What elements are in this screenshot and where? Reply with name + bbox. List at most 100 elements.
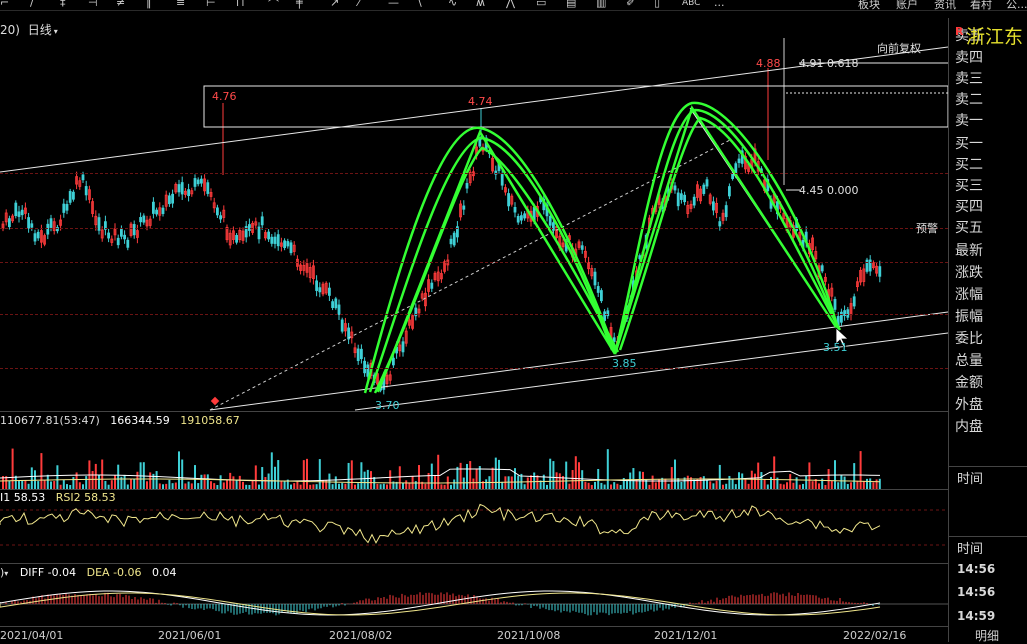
pattern-curve [613,108,840,355]
rsi1-value: I1 58.53 [0,491,46,504]
volume-bar [658,478,660,489]
volume-bar [229,472,232,489]
volume-bar [853,463,856,489]
candle-body [27,217,31,229]
dea-value: DEA -0.06 [86,566,142,579]
price-box [203,85,948,128]
volume-bar [709,481,712,489]
signal-diamond [210,396,220,406]
volume-ma1: 166344.59 [110,414,170,427]
candle-body [126,239,130,248]
candle-body [724,205,728,218]
buy-3-label: 买三 [955,178,983,194]
date-tick: 2021/10/08 [497,629,561,642]
volume-bar [872,482,875,489]
candle-body [180,182,184,195]
grid-line [0,228,948,229]
volume-bar [72,477,75,489]
volume-bar [94,463,97,489]
candle-body [49,218,53,228]
trade-time: 14:56 [957,562,996,576]
volume-bar [360,462,363,489]
volume-bar [763,479,766,489]
volume-bar [680,481,683,489]
amount-label: 金额 [955,375,983,391]
candle-body [235,235,239,243]
volume-bar [235,480,238,489]
volume-bar [827,469,830,489]
volume-bar [370,471,372,489]
candle-body [692,196,696,206]
volume-bar [773,456,776,489]
volume-bar [187,481,190,489]
candle-body [465,183,469,189]
volume-bar [514,468,516,489]
candle-body [718,221,722,227]
volume-bar [786,482,788,489]
volume-bar [552,461,555,489]
volume-bar [549,458,552,489]
candle-body [548,216,552,226]
latest-label: 最新 [955,243,983,259]
volume-bar [757,462,760,489]
candle-body [596,286,600,293]
price-label-low: 3.51 [823,341,848,354]
warning-label[interactable]: 预警 [916,220,938,236]
change-pct-label: 涨幅 [955,287,983,303]
volume-bar [40,453,43,489]
candle-body [206,182,210,194]
candle-body [673,185,677,191]
volume-bar [328,473,331,489]
price-label-high: 4.88 [756,57,781,70]
candle-body [161,207,165,214]
menu-item-4[interactable]: 公... [1006,0,1027,10]
volume-bar [101,459,104,489]
candle-body [737,158,741,163]
volume-bar [526,477,529,489]
volume-bar [123,474,126,489]
candle-body [680,193,683,200]
panel-divider [0,489,948,490]
macd-value: 0.04 [152,566,177,579]
volume-bar [85,476,88,489]
volume-bar [226,480,228,489]
volume-bar [437,454,440,489]
volume-bar [840,475,843,489]
candle-body [683,194,686,203]
grid-line [0,368,948,369]
candle-body [107,232,110,239]
candle-body [452,232,456,246]
candle-body [462,205,466,210]
grid-line [0,262,948,263]
detail-tab[interactable]: 明细 [975,627,999,644]
stock-name[interactable]: 浙江东 [966,22,1023,49]
candle-body [273,236,277,244]
volume-bar [651,475,654,489]
volume-bar [200,474,203,489]
restore-label[interactable]: 向前复权 [877,40,921,56]
date-tick: 2021/08/02 [329,629,393,642]
candle-body [366,364,370,377]
date-tick: 2021/12/01 [654,629,718,642]
candle-body [116,237,120,246]
sell-1-label: 卖一 [955,113,983,129]
candle-body [878,266,882,277]
volume-bar [53,481,56,489]
volume-bar [254,465,257,489]
menu-item-3[interactable]: 看村 [970,0,992,10]
volume-bar [8,480,11,489]
candle-body [315,280,319,291]
volume-bar [750,470,753,489]
date-tick: 2021/04/01 [0,629,64,642]
volume-bar [472,478,475,489]
candle-body [401,341,405,353]
volume-bar [181,459,184,489]
volume-bar [178,451,180,489]
candle-body [430,282,434,289]
volume-bar [686,475,689,489]
panel-divider [0,411,948,412]
volume-bar [114,475,116,489]
volume-bar [693,479,696,489]
chevron-down-icon[interactable]: ▾ [4,569,8,578]
volume-bar [632,468,635,489]
